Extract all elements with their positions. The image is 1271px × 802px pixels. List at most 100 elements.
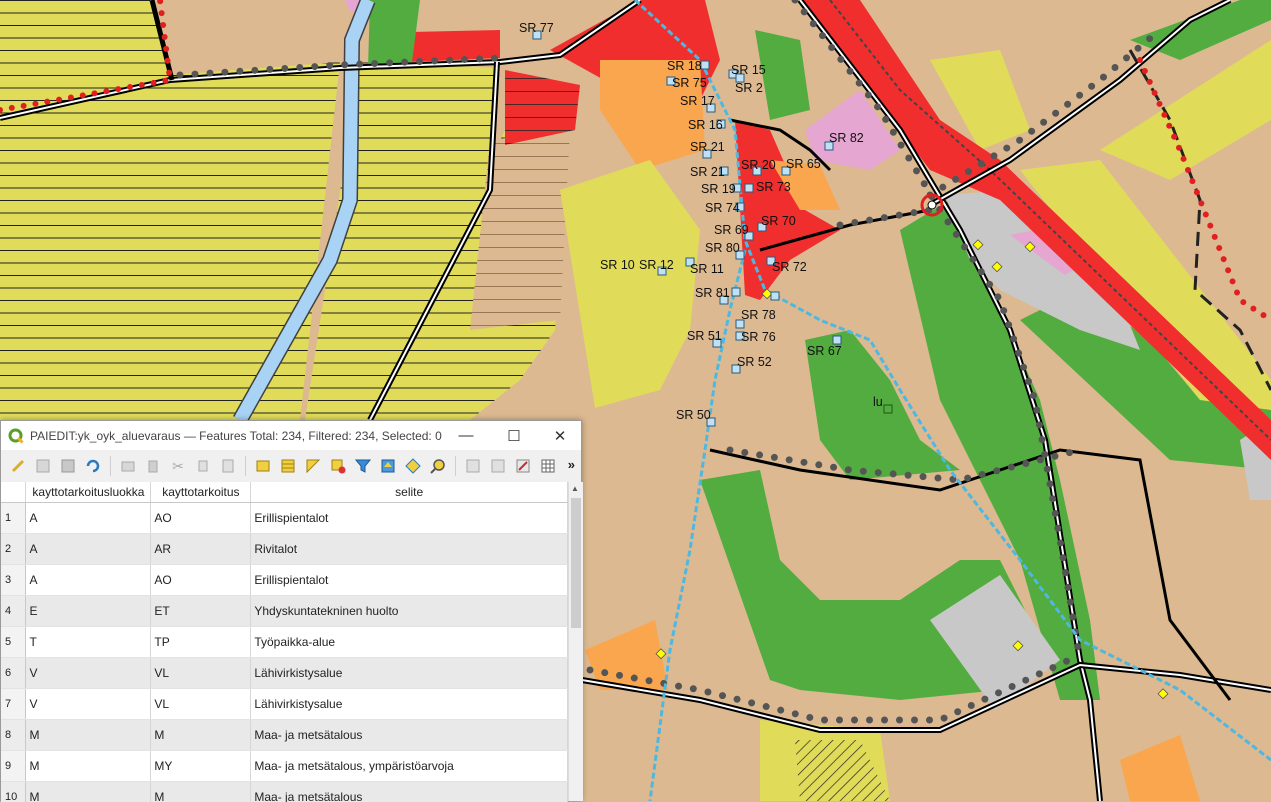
cell-selite[interactable]: Erillispientalot [251, 565, 568, 596]
row-number[interactable]: 3 [1, 565, 26, 596]
site-label: SR 21 [690, 140, 725, 154]
window-titlebar[interactable]: PAIEDIT:yk_oyk_aluevaraus — Features Tot… [1, 421, 581, 450]
table-row[interactable]: 8 M M Maa- ja metsätalous [1, 720, 568, 751]
site-label: SR 81 [695, 286, 730, 300]
invert-selection-icon[interactable] [302, 455, 324, 477]
cell-luokka[interactable]: A [26, 565, 151, 596]
cell-tarkoitus[interactable]: VL [151, 689, 251, 720]
delete-feature-icon[interactable] [142, 455, 164, 477]
multi-edit-icon[interactable] [32, 455, 54, 477]
table-row[interactable]: 5 T TP Työpaikka-alue [1, 627, 568, 658]
scrollbar-thumb[interactable] [571, 498, 581, 628]
site-marker [701, 61, 709, 69]
vertical-scrollbar[interactable]: ▲ [568, 482, 583, 801]
site-label: SR 18 [667, 59, 702, 73]
table-row[interactable]: 2 A AR Rivitalot [1, 534, 568, 565]
conditional-formatting-icon[interactable] [537, 455, 559, 477]
zone-yellow-park [560, 160, 700, 408]
table-row[interactable]: 6 V VL Lähivirkistysalue [1, 658, 568, 689]
site-label: SR 75 [672, 76, 707, 90]
site-label: SR 78 [741, 308, 776, 322]
corner-header[interactable] [1, 482, 26, 503]
select-by-expression-icon[interactable] [252, 455, 274, 477]
close-button[interactable]: ✕ [537, 421, 583, 450]
cell-luokka[interactable]: M [26, 720, 151, 751]
site-marker [745, 184, 753, 192]
row-number[interactable]: 2 [1, 534, 26, 565]
cell-tarkoitus[interactable]: VL [151, 658, 251, 689]
attribute-grid[interactable]: kayttotarkoitusluokka kayttotarkoitus se… [1, 482, 568, 802]
table-row[interactable]: 3 A AO Erillispientalot [1, 565, 568, 596]
table-row[interactable]: 10 M M Maa- ja metsätalous [1, 782, 568, 802]
cell-tarkoitus[interactable]: AR [151, 534, 251, 565]
field-calculator-icon[interactable] [512, 455, 534, 477]
site-label: lu [873, 395, 883, 409]
row-number[interactable]: 10 [1, 782, 26, 802]
copy-icon[interactable] [192, 455, 214, 477]
delete-field-icon[interactable] [487, 455, 509, 477]
cell-tarkoitus[interactable]: M [151, 782, 251, 802]
pan-to-selected-icon[interactable] [402, 455, 424, 477]
toggle-editing-icon[interactable] [7, 455, 29, 477]
cell-luokka[interactable]: E [26, 596, 151, 627]
reload-icon[interactable] [82, 455, 104, 477]
cell-selite[interactable]: Erillispientalot [251, 503, 568, 534]
deselect-all-icon[interactable] [327, 455, 349, 477]
cell-selite[interactable]: Lähivirkistysalue [251, 689, 568, 720]
attribute-table-window[interactable]: PAIEDIT:yk_oyk_aluevaraus — Features Tot… [0, 420, 582, 801]
cell-luokka[interactable]: A [26, 534, 151, 565]
row-number[interactable]: 9 [1, 751, 26, 782]
column-header[interactable]: kayttotarkoitusluokka [26, 482, 151, 503]
row-number[interactable]: 7 [1, 689, 26, 720]
filter-icon[interactable] [352, 455, 374, 477]
cell-luokka[interactable]: V [26, 689, 151, 720]
table-row[interactable]: 1 A AO Erillispientalot [1, 503, 568, 534]
column-header[interactable]: kayttotarkoitus [151, 482, 251, 503]
cell-selite[interactable]: Yhdyskuntatekninen huolto [251, 596, 568, 627]
site-label: SR 82 [829, 131, 864, 145]
toolbar-separator [245, 456, 246, 476]
cell-luokka[interactable]: M [26, 751, 151, 782]
row-number[interactable]: 6 [1, 658, 26, 689]
site-label: SR 51 [687, 329, 722, 343]
cell-luokka[interactable]: V [26, 658, 151, 689]
cell-selite[interactable]: Lähivirkistysalue [251, 658, 568, 689]
zone-orange-southwest [585, 620, 668, 690]
zoom-to-selected-icon[interactable] [427, 455, 449, 477]
save-edits-icon[interactable] [57, 455, 79, 477]
table-row[interactable]: 4 E ET Yhdyskuntatekninen huolto [1, 596, 568, 627]
add-feature-icon[interactable] [117, 455, 139, 477]
table-row[interactable]: 7 V VL Lähivirkistysalue [1, 689, 568, 720]
toolbar-overflow-button[interactable]: » [568, 457, 575, 472]
column-header[interactable]: selite [251, 482, 568, 503]
cell-selite[interactable]: Maa- ja metsätalous [251, 720, 568, 751]
paste-icon[interactable] [217, 455, 239, 477]
row-number[interactable]: 5 [1, 627, 26, 658]
cell-selite[interactable]: Maa- ja metsätalous [251, 782, 568, 802]
cell-tarkoitus[interactable]: TP [151, 627, 251, 658]
table-row[interactable]: 9 M MY Maa- ja metsätalous, ympäristöarv… [1, 751, 568, 782]
cell-tarkoitus[interactable]: AO [151, 565, 251, 596]
new-field-icon[interactable] [462, 455, 484, 477]
row-number[interactable]: 8 [1, 720, 26, 751]
cell-tarkoitus[interactable]: AO [151, 503, 251, 534]
site-marker-green [884, 405, 892, 413]
cell-tarkoitus[interactable]: ET [151, 596, 251, 627]
cell-tarkoitus[interactable]: MY [151, 751, 251, 782]
row-number[interactable]: 1 [1, 503, 26, 534]
toolbar-separator [110, 456, 111, 476]
maximize-button[interactable]: ☐ [491, 421, 537, 450]
row-number[interactable]: 4 [1, 596, 26, 627]
cut-icon[interactable]: ✂ [167, 455, 189, 477]
select-all-icon[interactable] [277, 455, 299, 477]
cell-luokka[interactable]: T [26, 627, 151, 658]
cell-selite[interactable]: Rivitalot [251, 534, 568, 565]
scroll-up-arrow-icon[interactable]: ▲ [571, 484, 579, 493]
move-selection-to-top-icon[interactable] [377, 455, 399, 477]
minimize-button[interactable]: — [443, 421, 489, 450]
cell-luokka[interactable]: M [26, 782, 151, 802]
cell-luokka[interactable]: A [26, 503, 151, 534]
cell-selite[interactable]: Työpaikka-alue [251, 627, 568, 658]
cell-selite[interactable]: Maa- ja metsätalous, ympäristöarvoja [251, 751, 568, 782]
cell-tarkoitus[interactable]: M [151, 720, 251, 751]
